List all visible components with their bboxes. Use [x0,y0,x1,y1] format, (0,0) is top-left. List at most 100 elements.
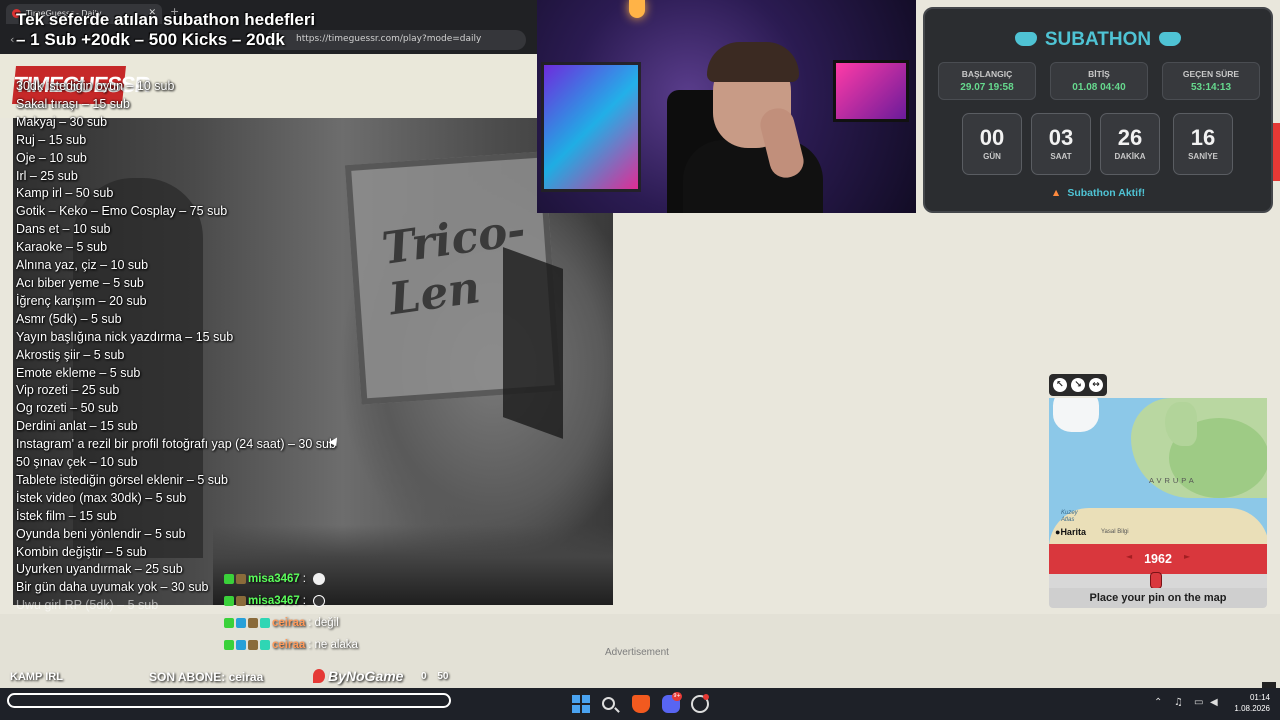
chat-username[interactable]: misa3467 [248,595,300,607]
last-subscriber: SON ABONE: ceiraa [149,670,263,684]
chat-badge-icon [248,617,258,628]
seconds-value: 16 [1190,125,1216,150]
map-legal-link[interactable]: Yasal Bilgi [1101,529,1129,535]
discord-notification-badge: 9+ [672,692,682,701]
chat-separator: : [302,595,306,608]
end-label: BİTİŞ [1088,69,1110,79]
days-value: 00 [979,125,1005,150]
subathon-status-text: Subathon Aktif! [1067,187,1146,199]
map-resize-icon[interactable]: ↔ [1089,378,1103,392]
year-value: 1962 [1144,552,1172,566]
clock-time: 01:14 [1249,693,1270,702]
goal-item: Alnına yaz, çiz – 10 sub [16,258,149,273]
goal-item: Oje – 10 sub [16,150,87,165]
chat-badge-icon [260,639,270,650]
countdown-hours: 03 SAAT [1031,113,1091,175]
countdown-seconds: 16 SANİYE [1173,113,1233,175]
fire-icon: ▲ [1050,187,1062,199]
brave-browser-icon[interactable] [632,695,650,713]
start-time-box: BAŞLANGIÇ 29.07 19:58 [938,62,1036,100]
year-slider-handle[interactable] [1150,572,1162,589]
chat-username[interactable]: misa3467 [248,573,300,585]
chat-username[interactable]: ceiraa [272,617,305,629]
goal-item: Instagram' a rezil bir profil fotoğrafı … [16,437,336,452]
map-ocean-label: Kuzey Atlas [1061,510,1078,523]
subathon-title: SUBATHON [925,29,1271,51]
elapsed-label: GEÇEN SÜRE [1182,69,1240,79]
goal-item: Og rozeti – 50 sub [16,401,119,416]
map-expand-icon[interactable]: ↖ [1053,378,1067,392]
start-label: BAŞLANGIÇ [961,69,1013,79]
stream-chat: misa3467: misa3467: ceiraa: değil ceiraa: ne … [224,573,464,661]
chat-badge-icon [236,596,246,606]
back-button[interactable]: ‹ [10,33,14,46]
map-brand-text: Harita [1060,527,1086,537]
recording-dot-icon [703,694,709,700]
goal-item: İstek film – 15 sub [16,508,117,523]
goal-item: Acı biber yeme – 5 sub [16,275,144,290]
chat-username[interactable]: ceiraa [272,639,305,651]
minutes-label: DAKİKA [1114,152,1146,161]
year-increase-icon[interactable]: ► [1184,552,1190,561]
goal-item: Ruj – 15 sub [16,132,87,147]
chat-badge-icon [224,596,234,606]
guess-map[interactable]: AVRUPA Kuzey Atlas ●Harita Yasal Bilgi [1049,398,1267,544]
goal-item: Kamp irl – 50 sub [16,186,114,201]
search-icon[interactable] [602,697,615,710]
progress-bar [7,693,451,708]
background-monitor [833,60,909,122]
map-landmass [1165,402,1197,446]
neon-poster [541,62,641,192]
chat-badge-icon [224,574,234,584]
goal-item: Derdini anlat – 15 sub [16,419,138,434]
goal-item: 50 şınav çek – 10 sub [16,455,138,470]
goal-item: Irl – 25 sub [16,168,78,183]
goal-item: Sakal tıraşı – 15 sub [16,96,130,111]
goal-item: Emote ekleme – 5 sub [16,365,141,380]
display-icon[interactable]: ▭ [1194,697,1203,708]
chat-badge-icon [224,639,234,650]
map-shrink-icon[interactable]: ↘ [1071,378,1085,392]
subathon-goal-list: 30dk istediğin oyun – 10 sub Sakal tıraşı… [16,78,336,651]
windows-start-icon[interactable] [572,695,590,713]
chat-badge-icon [236,639,246,650]
tray-overflow-icon[interactable]: ⌃ [1154,697,1162,708]
system-clock[interactable]: 01:14 1.08.2026 [1226,692,1270,714]
place-pin-button[interactable]: Place your pin on the map [1049,588,1267,608]
chat-badge-icon [236,574,246,584]
chat-text: ne alaka [314,639,358,651]
photo-flag [503,247,563,439]
last-sub-name: ceiraa [228,670,264,684]
goal-item: Kombin değiştir – 5 sub [16,544,147,559]
goal-item: Yayın başlığına nick yazdırma – 15 sub [16,329,234,344]
advertisement-label: Advertisement [605,647,669,658]
goal-item: Oyunda beni yönlendir – 5 sub [16,526,186,541]
ticker-count: 0 50 [421,671,449,682]
chat-emote-icon [313,573,325,585]
goal-item: Asmr (5dk) – 5 sub [16,311,122,326]
hours-value: 03 [1048,125,1074,150]
chat-separator: : [308,639,312,651]
chat-badge-icon [248,639,258,650]
microphone-icon[interactable]: ♫ [1174,697,1183,708]
gamepad-icon [1159,31,1182,46]
volume-icon[interactable]: ◀ [1210,697,1218,708]
subathon-title-text: SUBATHON [1044,29,1152,50]
seconds-label: SANİYE [1188,152,1218,161]
goal-item: 30dk istediğin oyun – 10 sub [16,79,175,93]
streamer-body [683,140,823,213]
streamer-hair [707,42,799,82]
goal-item: Gotik – Keko – Emo Cosplay – 75 sub [16,204,228,219]
end-time-box: BİTİŞ 01.08 04:40 [1050,62,1148,100]
chat-emote-icon [313,595,325,607]
edge-accent [1273,123,1280,181]
chat-separator: : [302,573,306,586]
subathon-goals-headline: Tek seferde atılan subathon hedefleri – … [16,10,316,49]
goal-item: Karaoke – 5 sub [16,240,108,255]
subathon-status: ▲ Subathon Aktif! [925,187,1271,199]
goal-item: İstek video (max 30dk) – 5 sub [16,490,187,505]
chat-text: değil [314,617,339,629]
year-decrease-icon[interactable]: ◄ [1126,552,1132,561]
chat-badge-icon [260,617,270,628]
webcam-feed [537,0,916,213]
